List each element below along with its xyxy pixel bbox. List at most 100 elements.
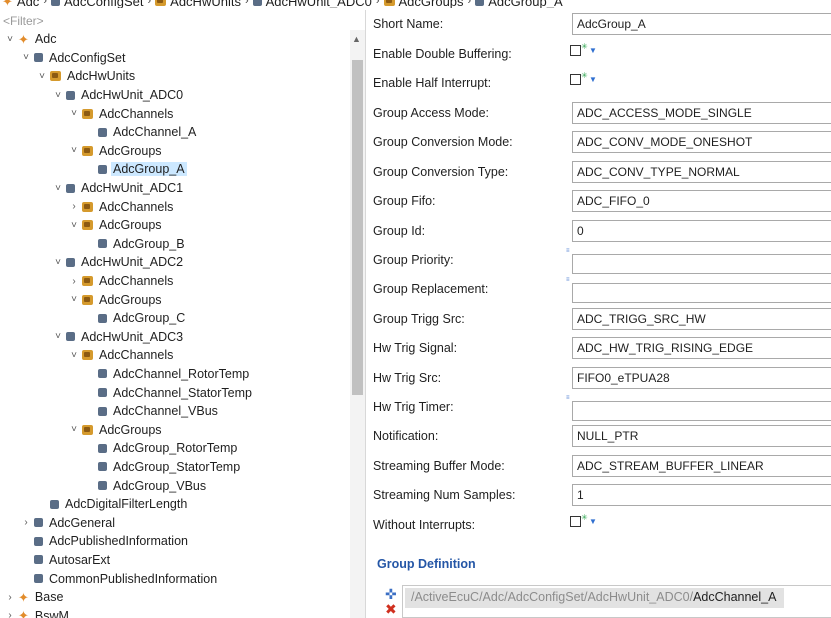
- text-field[interactable]: ADC_STREAM_BUFFER_LINEAR: [572, 455, 831, 477]
- scroll-up-arrow-icon[interactable]: ▲: [352, 34, 361, 44]
- text-field[interactable]: 0: [572, 220, 831, 242]
- tree-item[interactable]: AdcDigitalFilterLength: [0, 495, 350, 514]
- breadcrumb-item[interactable]: ✦ Adc: [2, 0, 39, 8]
- tree-item[interactable]: AdcGroup_B: [0, 235, 350, 254]
- breadcrumb-item[interactable]: AdcGroup_A: [475, 0, 563, 8]
- chevron-right-icon[interactable]: ›: [68, 276, 80, 287]
- chevron-right-icon[interactable]: ›: [68, 201, 80, 212]
- tree-item[interactable]: › ✦ Base: [0, 588, 350, 607]
- chevron-down-icon[interactable]: ˅: [20, 52, 32, 63]
- chevron-down-icon[interactable]: ˅: [68, 424, 80, 435]
- chevron-down-icon[interactable]: ˅: [52, 183, 64, 194]
- chevron-down-icon[interactable]: ˅: [52, 90, 64, 101]
- container-icon: [66, 332, 75, 342]
- dropdown-arrow-icon[interactable]: ▼: [589, 46, 597, 55]
- tree-item[interactable]: › ✦ BswM: [0, 606, 350, 618]
- text-field[interactable]: 1: [572, 484, 831, 506]
- text-field[interactable]: [572, 254, 831, 274]
- text-field[interactable]: ADC_FIFO_0: [572, 190, 831, 212]
- text-field[interactable]: ADC_HW_TRIG_RISING_EDGE: [572, 337, 831, 359]
- form-row: Without Interrupts: ✳ ▼: [366, 511, 831, 540]
- tree-item[interactable]: AdcGroup_StatorTemp: [0, 458, 350, 477]
- breadcrumb-item[interactable]: AdcHwUnit_ADC0: [252, 0, 372, 8]
- group-definition-item[interactable]: /ActiveEcuC/Adc/AdcConfigSet/AdcHwUnit_A…: [405, 588, 785, 608]
- text-field[interactable]: AdcGroup_A: [572, 13, 831, 35]
- checkbox-field[interactable]: ✳ ▼: [570, 42, 597, 56]
- container-icon: [98, 481, 107, 491]
- chevron-down-icon[interactable]: ˅: [68, 108, 80, 119]
- text-field[interactable]: ADC_CONV_TYPE_NORMAL: [572, 161, 831, 183]
- tree-item[interactable]: AdcGroup_RotorTemp: [0, 439, 350, 458]
- tree-item[interactable]: AutosarExt: [0, 551, 350, 570]
- filter-input[interactable]: [0, 12, 350, 30]
- tree-item[interactable]: ˅ AdcGroups: [0, 420, 350, 439]
- text-field[interactable]: ADC_TRIGG_SRC_HW: [572, 308, 831, 330]
- tree-item[interactable]: ˅ AdcGroups: [0, 216, 350, 235]
- tree-item[interactable]: ˅ AdcConfigSet: [0, 49, 350, 68]
- tree-item[interactable]: ˅ AdcHwUnit_ADC1: [0, 179, 350, 198]
- folder-icon: [82, 276, 93, 287]
- chevron-down-icon[interactable]: ˅: [68, 145, 80, 156]
- chevron-down-icon[interactable]: ˅: [68, 220, 80, 231]
- text-field[interactable]: ADC_CONV_MODE_ONESHOT: [572, 131, 831, 153]
- tree-item[interactable]: ˅ AdcChannels: [0, 346, 350, 365]
- tree-scrollbar[interactable]: ▲: [350, 30, 365, 618]
- tree-item[interactable]: AdcChannel_RotorTemp: [0, 365, 350, 384]
- tree-item[interactable]: › AdcGeneral: [0, 513, 350, 532]
- form-row: Group Conversion Mode: ADC_CONV_MODE_ONES…: [366, 128, 831, 157]
- tree-item[interactable]: ˅ AdcHwUnit_ADC3: [0, 328, 350, 347]
- remove-icon[interactable]: ✖: [385, 601, 397, 618]
- tree-item[interactable]: ˅ AdcHwUnits: [0, 67, 350, 86]
- chevron-down-icon[interactable]: ˅: [4, 34, 16, 45]
- tree-item-label: AdcChannels: [99, 274, 174, 289]
- tree-item[interactable]: › AdcChannels: [0, 197, 350, 216]
- scroll-thumb[interactable]: [352, 60, 363, 395]
- tree-item[interactable]: ˅ AdcChannels: [0, 104, 350, 123]
- tree-item-label: AdcHwUnit_ADC3: [81, 329, 184, 344]
- text-field[interactable]: [572, 401, 831, 421]
- tree-item[interactable]: AdcGroup_VBus: [0, 476, 350, 495]
- tree-item[interactable]: ˅ AdcHwUnit_ADC0: [0, 86, 350, 105]
- chevron-down-icon[interactable]: ˅: [36, 71, 48, 82]
- breadcrumb-label: AdcConfigSet: [63, 0, 144, 8]
- tree-item[interactable]: AdcChannel_VBus: [0, 402, 350, 421]
- dropdown-arrow-icon[interactable]: ▼: [589, 75, 597, 84]
- tree-item[interactable]: CommonPublishedInformation: [0, 569, 350, 588]
- text-field[interactable]: FIFO0_eTPUA28: [572, 367, 831, 389]
- chevron-right-icon[interactable]: ›: [20, 517, 32, 528]
- tree-item[interactable]: AdcChannel_A: [0, 123, 350, 142]
- chevron-down-icon[interactable]: ˅: [52, 331, 64, 342]
- chevron-right-icon[interactable]: ›: [4, 610, 16, 618]
- breadcrumb-label: AdcHwUnits: [170, 0, 241, 8]
- tree-item[interactable]: AdcGroup_C: [0, 309, 350, 328]
- checkbox-field[interactable]: ✳ ▼: [570, 71, 597, 85]
- dropdown-arrow-icon[interactable]: ▼: [589, 517, 597, 526]
- chevron-down-icon[interactable]: ˅: [52, 257, 64, 268]
- group-definition-list: /ActiveEcuC/Adc/AdcConfigSet/AdcHwUnit_A…: [402, 585, 831, 618]
- chevron-right-icon[interactable]: ›: [4, 592, 16, 603]
- tree-item[interactable]: ˅ ✦ Adc: [0, 30, 350, 49]
- breadcrumb-item[interactable]: AdcGroups: [383, 0, 464, 8]
- breadcrumb-item[interactable]: AdcHwUnits: [155, 0, 241, 8]
- tree-item[interactable]: › AdcChannels: [0, 272, 350, 291]
- text-field[interactable]: NULL_PTR: [572, 425, 831, 447]
- container-icon: [98, 239, 107, 249]
- checkbox[interactable]: ✳: [570, 42, 588, 56]
- tree-item[interactable]: AdcPublishedInformation: [0, 532, 350, 551]
- field-label: Hw Trig Timer:: [373, 400, 454, 414]
- checkbox[interactable]: ✳: [570, 513, 588, 527]
- checkbox[interactable]: ✳: [570, 71, 588, 85]
- module-icon: ✦: [18, 608, 29, 618]
- text-field[interactable]: ADC_ACCESS_MODE_SINGLE: [572, 102, 831, 124]
- tree-item[interactable]: ˅ AdcHwUnit_ADC2: [0, 253, 350, 272]
- tree-item[interactable]: ˅ AdcGroups: [0, 142, 350, 161]
- tree-item[interactable]: ˅ AdcGroups: [0, 290, 350, 309]
- chevron-down-icon[interactable]: ˅: [68, 294, 80, 305]
- form-row: Group Conversion Type: ADC_CONV_TYPE_NORM…: [366, 158, 831, 187]
- text-field[interactable]: [572, 283, 831, 303]
- tree-item[interactable]: AdcGroup_A: [0, 160, 350, 179]
- tree-item[interactable]: AdcChannel_StatorTemp: [0, 383, 350, 402]
- checkbox-field[interactable]: ✳ ▼: [570, 513, 597, 527]
- breadcrumb-item[interactable]: AdcConfigSet: [50, 0, 144, 8]
- chevron-down-icon[interactable]: ˅: [68, 350, 80, 361]
